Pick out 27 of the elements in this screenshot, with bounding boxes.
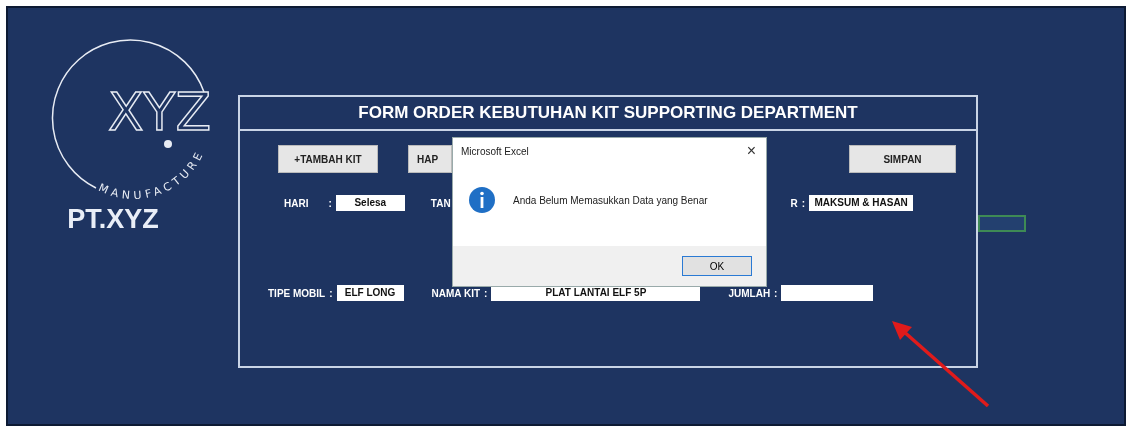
field-label: HARI — [284, 197, 309, 209]
form-button[interactable]: SIMPAN — [849, 145, 956, 173]
field-label: JUMLAH — [728, 287, 771, 299]
info-icon — [469, 187, 495, 213]
field-label: TAN — [430, 197, 451, 209]
logo-mark: XYZ — [108, 82, 211, 148]
form-button[interactable]: HAP — [408, 145, 452, 173]
dialog-title: Microsoft Excel — [461, 145, 529, 157]
input-field[interactable]: MAKSUM & HASAN — [809, 195, 914, 211]
colon-separator: : — [801, 197, 806, 209]
colon-separator: : — [328, 197, 332, 209]
form-title: FORM ORDER KEBUTUHAN KIT SUPPORTING DEPARTMENT — [240, 97, 976, 131]
form-button[interactable]: +TAMBAH KIT — [278, 145, 378, 173]
ok-button[interactable]: OK — [682, 256, 752, 276]
input-field[interactable]: Selesa — [335, 195, 405, 211]
field-label: NAMA KIT — [431, 287, 481, 299]
input-field[interactable] — [781, 285, 874, 301]
colon-separator: : — [774, 287, 778, 299]
close-button[interactable]: × — [742, 142, 760, 160]
company-name: PT.XYZ — [67, 204, 159, 235]
dialog-message: Anda Belum Memasukkan Data yang Benar — [513, 194, 708, 206]
input-field[interactable]: ELF LONG — [336, 285, 404, 301]
field-label: TIPE MOBIL — [268, 287, 326, 299]
field-label: R — [790, 197, 798, 209]
colon-separator: : — [484, 287, 488, 299]
cell-selection — [978, 215, 1026, 232]
colon-separator: : — [329, 287, 333, 299]
